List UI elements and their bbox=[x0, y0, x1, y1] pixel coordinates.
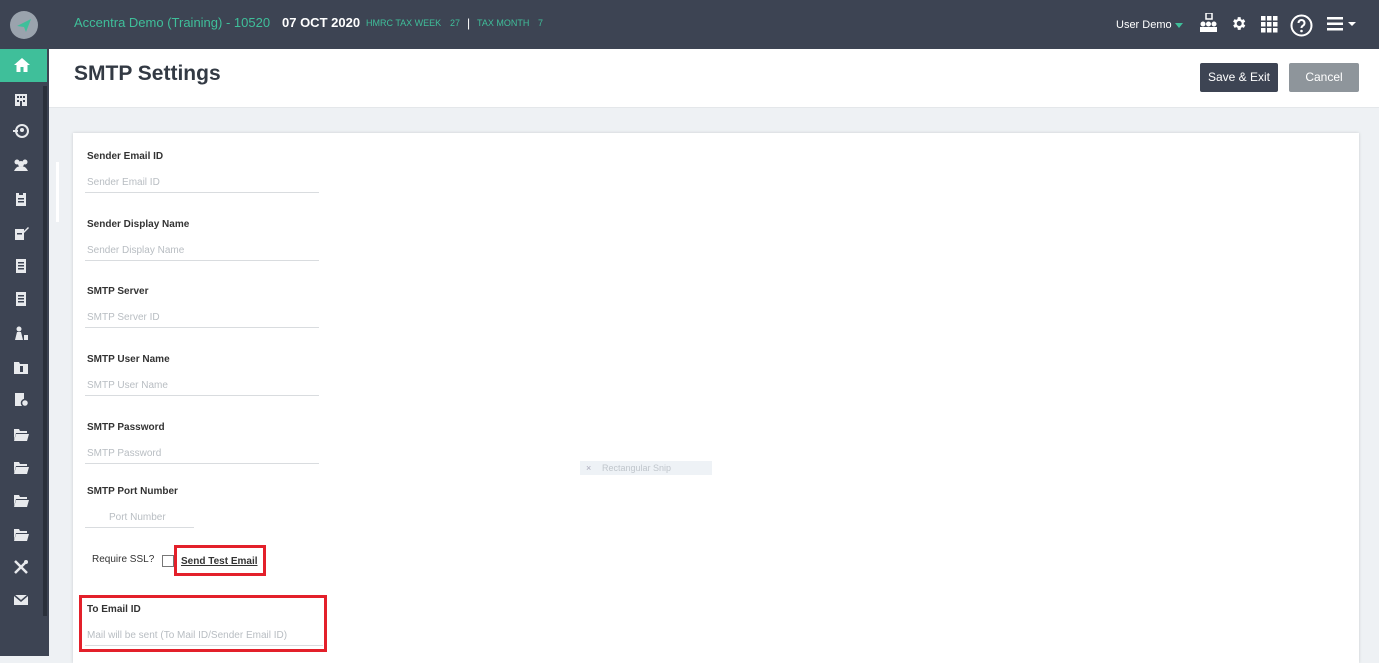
page-title: SMTP Settings bbox=[74, 62, 221, 85]
tax-month-label: TAX MONTH bbox=[477, 18, 530, 28]
to-email-field[interactable] bbox=[85, 625, 323, 646]
help-icon[interactable] bbox=[1290, 14, 1313, 42]
edit-doc-icon[interactable] bbox=[13, 226, 29, 240]
require-ssl-checkbox[interactable] bbox=[162, 555, 174, 567]
sender-display-name-field[interactable] bbox=[85, 240, 319, 261]
smtp-server-label: SMTP Server bbox=[87, 286, 149, 297]
user-menu[interactable]: User Demo bbox=[1116, 2, 1172, 51]
card-edge bbox=[56, 162, 59, 222]
page-header bbox=[49, 49, 1379, 108]
smtp-port-field[interactable] bbox=[85, 507, 194, 528]
smtp-password-label: SMTP Password bbox=[87, 422, 165, 433]
people-history-icon[interactable] bbox=[13, 124, 29, 138]
folder-icon[interactable] bbox=[13, 360, 29, 374]
topbar-separator: | bbox=[467, 16, 471, 30]
document-icon[interactable] bbox=[13, 259, 29, 273]
group-icon[interactable] bbox=[13, 158, 29, 172]
chevron-down-icon[interactable] bbox=[1175, 23, 1183, 28]
current-date: 07 OCT 2020 bbox=[282, 15, 361, 30]
sidebar-scrollbar[interactable] bbox=[43, 86, 47, 616]
form-card bbox=[73, 133, 1359, 663]
close-icon[interactable]: × bbox=[586, 461, 591, 475]
send-test-email-link[interactable]: Send Test Email bbox=[181, 556, 258, 567]
folder-open-icon-2[interactable] bbox=[13, 460, 29, 474]
save-exit-button[interactable]: Save & Exit bbox=[1200, 63, 1278, 92]
tools-icon[interactable] bbox=[13, 560, 29, 574]
mail-icon[interactable] bbox=[13, 593, 29, 607]
smtp-server-field[interactable] bbox=[85, 307, 319, 328]
app-logo[interactable] bbox=[10, 11, 38, 39]
folder-open-icon-3[interactable] bbox=[13, 493, 29, 507]
sidebar-item-home[interactable] bbox=[0, 49, 47, 82]
apps-grid-icon[interactable] bbox=[1261, 16, 1278, 38]
sender-email-field[interactable] bbox=[85, 172, 319, 193]
document-icon-2[interactable] bbox=[13, 292, 29, 306]
smtp-password-field[interactable] bbox=[85, 443, 319, 464]
org-chart-icon[interactable] bbox=[1199, 12, 1218, 38]
to-email-label: To Email ID bbox=[87, 604, 141, 615]
smtp-port-label: SMTP Port Number bbox=[87, 486, 178, 497]
doc-settings-icon[interactable] bbox=[13, 393, 29, 407]
menu-icon[interactable] bbox=[1327, 17, 1358, 36]
smtp-user-name-label: SMTP User Name bbox=[87, 354, 170, 365]
hmrc-tax-week-label: HMRC TAX WEEK bbox=[366, 18, 442, 28]
snip-mode-label: Rectangular Snip bbox=[602, 463, 672, 473]
folder-open-icon-4[interactable] bbox=[13, 527, 29, 541]
smtp-user-name-field[interactable] bbox=[85, 375, 319, 396]
tax-month-value: 7 bbox=[538, 18, 544, 28]
folder-open-icon[interactable] bbox=[13, 427, 29, 441]
sender-display-name-label: Sender Display Name bbox=[87, 219, 190, 230]
building-icon[interactable] bbox=[13, 92, 29, 106]
require-ssl-label: Require SSL? bbox=[92, 554, 155, 565]
snip-toolbar[interactable]: × Rectangular Snip bbox=[580, 461, 712, 475]
gear-icon[interactable] bbox=[1230, 15, 1247, 37]
worker-icon[interactable] bbox=[13, 326, 29, 340]
clipboard-icon[interactable] bbox=[13, 192, 29, 206]
company-name: Accentra Demo (Training) - 10520 bbox=[74, 15, 271, 30]
hmrc-tax-week-value: 27 bbox=[450, 18, 461, 28]
sender-email-label: Sender Email ID bbox=[87, 151, 164, 162]
cancel-button[interactable]: Cancel bbox=[1289, 63, 1359, 92]
